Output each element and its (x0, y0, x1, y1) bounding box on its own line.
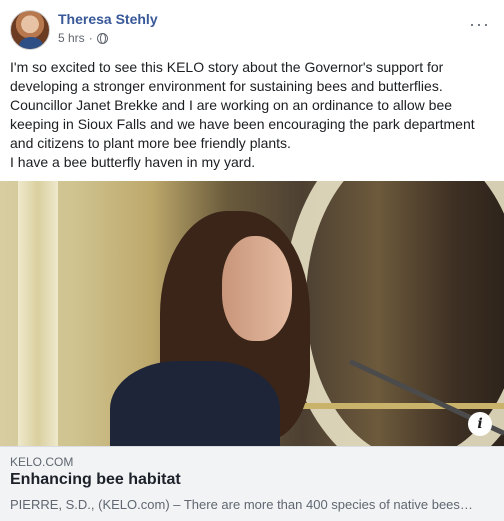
post-text-line: keeping in Sioux Falls and we have been … (10, 116, 475, 132)
info-icon[interactable]: i (468, 412, 492, 436)
post-meta: 5 hrs · (58, 31, 108, 45)
link-description: PIERRE, S.D., (KELO.com) – There are mor… (10, 497, 473, 512)
facebook-post: Theresa Stehly 5 hrs · ··· I'm so excite… (0, 0, 504, 521)
post-text-line: I'm so excited to see this KELO story ab… (10, 59, 444, 75)
timestamp[interactable]: 5 hrs (58, 31, 85, 45)
avatar-shirt (19, 37, 43, 49)
globe-icon[interactable] (96, 32, 108, 44)
post-header: Theresa Stehly 5 hrs · ··· (10, 10, 490, 50)
meta-separator: · (88, 31, 93, 45)
post-text-line: Councillor Janet Brekke and I are workin… (10, 97, 453, 113)
link-title[interactable]: Enhancing bee habitat (10, 471, 181, 489)
post-text: I'm so excited to see this KELO story ab… (10, 58, 496, 172)
link-preview-image[interactable]: i (0, 181, 504, 446)
post-text-line: I have a bee butterfly haven in my yard. (10, 154, 256, 170)
post-text-line: and citizens to plant more bee friendly … (10, 135, 291, 151)
image-pillar (18, 181, 58, 446)
author-name[interactable]: Theresa Stehly (58, 11, 158, 27)
link-domain: KELO.COM (10, 455, 74, 469)
more-options-icon[interactable]: ··· (469, 14, 490, 35)
avatar[interactable] (10, 10, 50, 50)
image-speaker-body (110, 361, 280, 446)
link-preview[interactable]: KELO.COM Enhancing bee habitat PIERRE, S… (0, 446, 504, 521)
image-speaker-face (222, 236, 292, 341)
post-text-line: developing a stronger environment for su… (10, 78, 443, 94)
